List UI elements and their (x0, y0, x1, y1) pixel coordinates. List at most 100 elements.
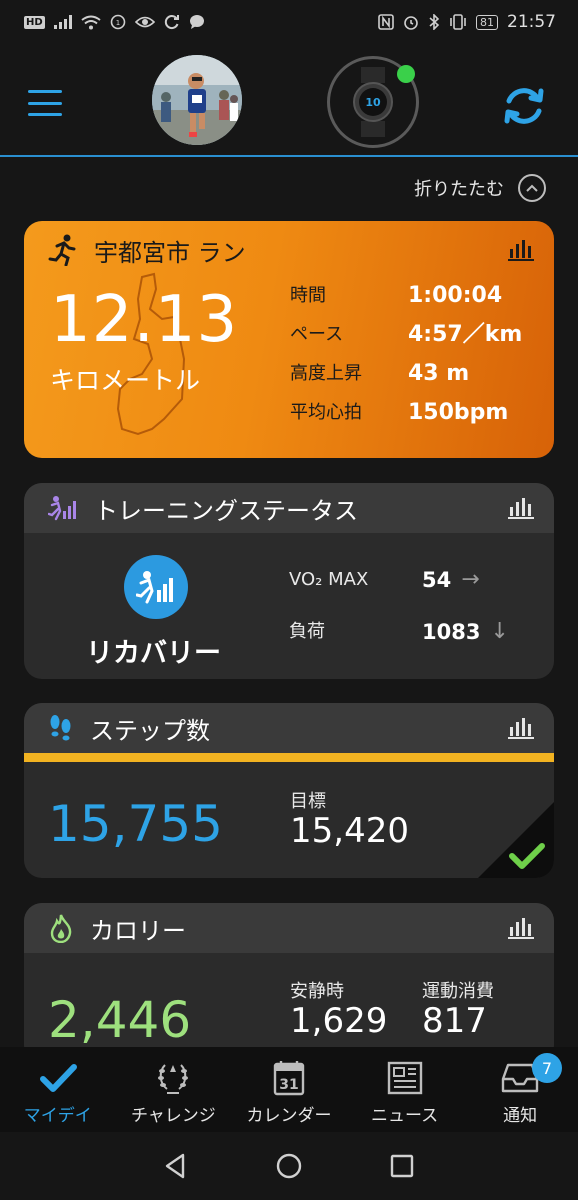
nav-label: マイデイ (23, 1106, 92, 1126)
stat-value: 1083 ↓ (422, 619, 542, 645)
nav-label: ニュース (371, 1106, 439, 1126)
menu-icon-bar (28, 90, 62, 93)
alarm-icon (404, 16, 418, 30)
load-value: 1083 (422, 620, 481, 644)
home-icon[interactable] (274, 1151, 304, 1181)
bar-chart-icon[interactable] (508, 717, 534, 739)
steps-goal-value: 15,420 (290, 811, 409, 851)
calories-card[interactable]: カロリー 2,446 安静時 1,629 運動消費 817 (24, 903, 554, 1063)
bar-chart-icon[interactable] (508, 239, 534, 261)
stat-label: 時間 (290, 285, 326, 306)
app-header: 10 (0, 44, 578, 158)
run-distance-unit: キロメートル (50, 366, 201, 395)
system-navigation-bar (0, 1132, 578, 1200)
nav-my-day[interactable]: マイデイ (0, 1047, 116, 1132)
stat-label: ペース (290, 324, 344, 345)
menu-icon-bar (28, 101, 62, 105)
chat-icon (189, 15, 204, 29)
stat-value: 43 m (408, 361, 470, 386)
stat-value: 1:00:04 (408, 283, 503, 308)
svg-text:1: 1 (115, 19, 119, 27)
training-status-value: リカバリー (86, 638, 221, 669)
checkmark-icon (39, 1064, 77, 1092)
training-stats: VO₂ MAX 54 → 負荷 1083 ↓ (289, 567, 542, 645)
card-header: ステップ数 (24, 703, 554, 753)
bluetooth-icon (429, 14, 440, 30)
steps-goal-label: 目標 (290, 791, 326, 812)
nav-label: チャレンジ (130, 1106, 216, 1126)
card-header: トレーニングステータス (24, 483, 554, 533)
collapse-button[interactable]: 折りたたむ (414, 174, 546, 202)
card-title: カロリー (90, 916, 186, 945)
calendar-icon-day: 31 (279, 1077, 298, 1093)
training-status-icon (48, 496, 76, 521)
recents-icon[interactable] (387, 1151, 417, 1181)
stat-label: 負荷 (289, 621, 325, 642)
goal-achieved-check-icon (478, 802, 554, 878)
menu-button[interactable] (28, 90, 62, 116)
vibrate-icon (450, 14, 466, 30)
card-header: カロリー (24, 903, 554, 953)
training-status-card[interactable]: トレーニングステータス リカバリー VO₂ MAX 54 → 負荷 1083 ↓ (24, 483, 554, 679)
menu-icon-bar (28, 113, 62, 116)
stat-label: VO₂ MAX (289, 569, 369, 590)
header-divider (0, 155, 578, 157)
steps-progress-bar (24, 753, 554, 762)
footprints-icon (50, 715, 71, 741)
avatar-photo (152, 55, 242, 145)
status-bar: HD 1 81 21:57 (0, 0, 578, 44)
nav-news[interactable]: ニュース (347, 1047, 463, 1132)
arrow-right-icon: → (461, 567, 480, 592)
svg-text:10: 10 (365, 96, 381, 109)
notification-badge: 7 (531, 1053, 562, 1083)
sync-button[interactable] (500, 82, 548, 130)
active-calories-label: 運動消費 (422, 981, 494, 1002)
profile-avatar[interactable] (152, 55, 242, 145)
stat-value: 4:57／km (408, 322, 523, 347)
run-stats: 時間 1:00:04 ペース 4:57／km 高度上昇 43 m 平均心拍 15… (290, 283, 548, 425)
active-calories-value: 817 (422, 1001, 487, 1041)
activity-card-run[interactable]: 宇都宮市 ラン 12.13 キロメートル 時間 1:00:04 ペース 4:57… (24, 221, 554, 458)
wifi-icon (81, 15, 101, 29)
running-icon (48, 234, 76, 266)
resting-calories-label: 安静時 (290, 981, 344, 1002)
nfc-icon (378, 14, 394, 30)
nav-notifications[interactable]: 通知 7 (462, 1047, 578, 1132)
sync-icon (504, 88, 544, 124)
clock: 21:57 (507, 12, 556, 32)
card-title: トレーニングステータス (94, 496, 358, 525)
stat-value: 150bpm (408, 400, 509, 425)
hd-badge: HD (24, 15, 45, 29)
stat-label: 平均心拍 (290, 402, 362, 423)
eye-icon (134, 16, 155, 28)
nav-label: 通知 (503, 1106, 538, 1126)
run-distance: 12.13 (50, 283, 239, 357)
nav-label: カレンダー (246, 1106, 332, 1126)
battery-indicator: 81 (476, 14, 498, 30)
recovery-status-icon (124, 555, 188, 619)
arrow-down-icon: ↓ (490, 619, 509, 644)
bottom-navigation: マイデイ チャレンジ 31 カレンダー ニュース 通知 7 (0, 1047, 578, 1132)
bar-chart-icon[interactable] (508, 917, 534, 939)
steps-value: 15,755 (48, 795, 223, 853)
bar-chart-icon[interactable] (508, 497, 534, 519)
steps-card[interactable]: ステップ数 15,755 目標 15,420 (24, 703, 554, 878)
collapse-label: 折りたたむ (414, 179, 504, 200)
card-title: ステップ数 (90, 716, 210, 745)
back-icon[interactable] (161, 1151, 191, 1181)
stat-value: 54 → (422, 567, 542, 593)
nav-calendar[interactable]: 31 カレンダー (231, 1047, 347, 1132)
watch-icon: 10 (353, 67, 393, 137)
device-connected-indicator (397, 65, 415, 83)
laurel-icon (158, 1064, 189, 1094)
chevron-up-icon (518, 174, 546, 202)
nav-challenges[interactable]: チャレンジ (116, 1047, 232, 1132)
signal-icon (53, 15, 72, 29)
vo2max-value: 54 (422, 568, 452, 592)
data-saver-icon: 1 (110, 14, 125, 30)
newspaper-icon (387, 1061, 422, 1095)
sync-status-icon (164, 15, 179, 30)
card-header: 宇都宮市 ラン (24, 221, 554, 275)
calories-value: 2,446 (48, 991, 192, 1049)
stat-label: 高度上昇 (290, 363, 362, 384)
